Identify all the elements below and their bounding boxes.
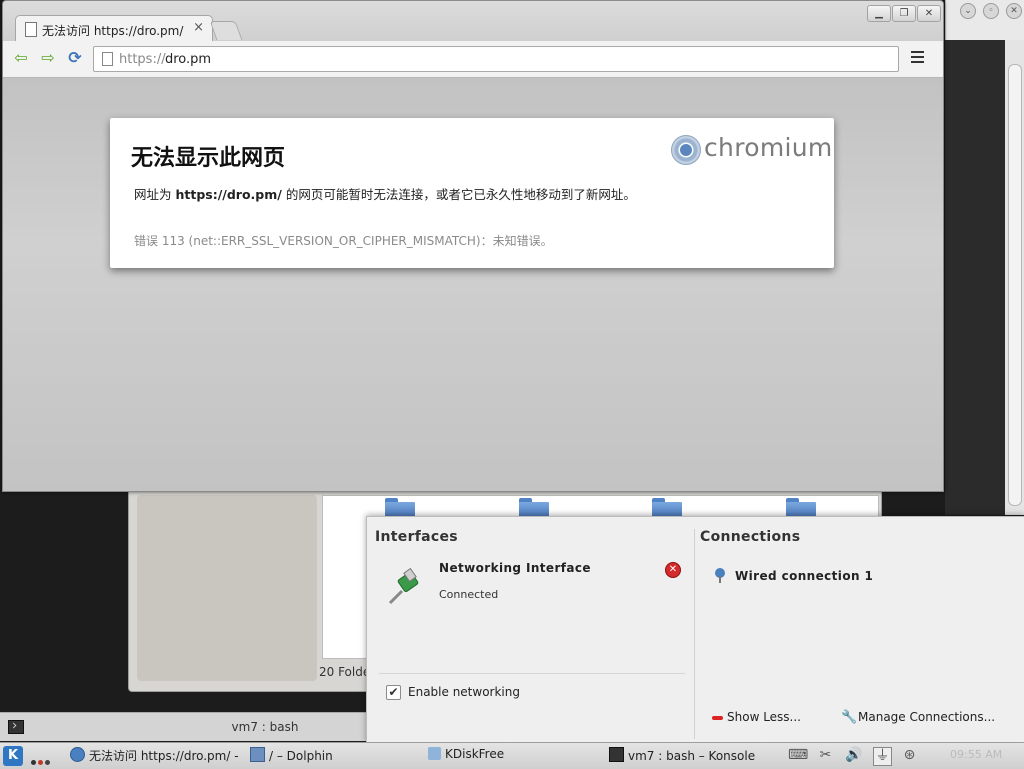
background-window-titlebar: ⌄ ◦ ✕ xyxy=(945,0,1024,40)
forward-arrow-icon[interactable]: ⇨ xyxy=(38,48,58,68)
show-less-button[interactable]: Show Less... xyxy=(727,710,801,724)
error-description: 网址为 https://dro.pm/ 的网页可能暂时无法连接，或者它已永久性地… xyxy=(134,184,636,203)
clock[interactable]: 09:55 AM xyxy=(950,748,1002,761)
network-interface-icon xyxy=(388,567,419,605)
task-label: / – Dolphin xyxy=(269,749,333,763)
task-label: KDiskFree xyxy=(445,747,505,761)
tab-title: 无法访问 https://dro.pm/ xyxy=(42,24,184,38)
minimize-button[interactable]: ▁ xyxy=(867,5,891,22)
collapse-icon[interactable] xyxy=(712,716,723,720)
dolphin-icon xyxy=(250,747,265,762)
address-bar[interactable]: https:// dro.pm xyxy=(93,46,899,72)
enable-networking-label[interactable]: Enable networking xyxy=(408,685,520,699)
browser-content: 无法显示此网页 chromium 网址为 https://dro.pm/ 的网页… xyxy=(3,78,943,491)
dolphin-places-panel xyxy=(137,495,317,681)
konsole-icon xyxy=(609,747,624,762)
taskbar-task-dolphin[interactable]: / – Dolphin xyxy=(250,747,333,765)
error-desc-prefix: 网址为 xyxy=(134,187,176,202)
taskbar: K 无法访问 https://dro.pm/ - / – Dolphin KDi… xyxy=(0,742,1024,769)
wired-connection-label[interactable]: Wired connection 1 xyxy=(735,569,873,583)
klipper-icon[interactable]: ✂ xyxy=(817,747,834,764)
tab-close-icon[interactable]: × xyxy=(193,20,204,35)
background-window-content xyxy=(945,40,1005,515)
browser-window: 无法访问 https://dro.pm/ × ▁ ❐ ✕ ⇦ ⇨ ⟳ https… xyxy=(2,0,944,492)
manage-connections-button[interactable]: Manage Connections... xyxy=(858,710,995,724)
desktop-pager[interactable] xyxy=(31,754,52,768)
keyboard-icon[interactable]: ⌨ xyxy=(788,747,808,764)
separator xyxy=(379,673,685,674)
back-arrow-icon[interactable]: ⇦ xyxy=(11,48,31,68)
browser-toolbar: ⇦ ⇨ ⟳ https:// dro.pm xyxy=(3,41,943,78)
minimize-icon[interactable]: ⌄ xyxy=(960,3,976,19)
page-icon xyxy=(102,52,113,66)
browser-titlebar[interactable]: 无法访问 https://dro.pm/ × ▁ ❐ ✕ xyxy=(3,1,943,42)
interface-name[interactable]: Networking Interface xyxy=(439,561,591,575)
error-desc-url: https://dro.pm/ xyxy=(175,187,282,202)
wrench-icon[interactable]: 🔧 xyxy=(841,710,857,725)
divider xyxy=(694,529,695,739)
error-card: 无法显示此网页 chromium 网址为 https://dro.pm/ 的网页… xyxy=(110,118,834,268)
application-launcher-icon[interactable]: K xyxy=(3,746,23,766)
taskbar-task-konsole[interactable]: vm7 : bash – Konsole xyxy=(609,747,755,765)
task-label: vm7 : bash – Konsole xyxy=(628,749,756,763)
error-desc-suffix: 的网页可能暂时无法连接，或者它已永久性地移动到了新网址。 xyxy=(281,187,636,202)
error-code: 错误 113 (net::ERR_SSL_VERSION_OR_CIPHER_M… xyxy=(134,234,553,248)
taskbar-task-chromium[interactable]: 无法访问 https://dro.pm/ - xyxy=(70,747,239,765)
folder-icon[interactable] xyxy=(786,498,816,518)
volume-icon[interactable]: 🔊 xyxy=(845,747,862,764)
interface-status: Connected xyxy=(439,588,499,601)
error-title: 无法显示此网页 xyxy=(131,146,286,171)
menu-icon[interactable] xyxy=(911,51,924,65)
chromium-brand: chromium xyxy=(704,133,833,162)
reload-icon[interactable]: ⟳ xyxy=(65,48,85,68)
update-icon[interactable]: ⊛ xyxy=(901,747,918,764)
restore-icon[interactable]: ◦ xyxy=(983,3,999,19)
chromium-logo-icon xyxy=(671,135,701,165)
task-label: 无法访问 https://dro.pm/ - xyxy=(89,749,239,763)
folder-icon[interactable] xyxy=(519,498,549,518)
url-scheme: https:// xyxy=(119,52,166,67)
dolphin-status-text: 20 Folde xyxy=(319,665,371,679)
chromium-icon xyxy=(70,747,85,762)
maximize-button[interactable]: ❐ xyxy=(892,5,916,22)
page-icon xyxy=(25,22,37,37)
close-icon[interactable]: ✕ xyxy=(1006,3,1022,19)
taskbar-task-kdiskfree[interactable]: KDiskFree xyxy=(428,747,504,765)
folder-icon[interactable] xyxy=(652,498,682,518)
interfaces-heading: Interfaces xyxy=(375,529,458,545)
url-host: dro.pm xyxy=(165,52,212,67)
browser-tab[interactable]: 无法访问 https://dro.pm/ × xyxy=(15,15,213,42)
folder-icon[interactable] xyxy=(385,498,415,518)
disconnect-icon[interactable]: ✕ xyxy=(665,562,681,578)
konsole-window-titlebar[interactable]: vm7 : bash xyxy=(0,712,367,741)
background-scrollbar[interactable] xyxy=(1005,40,1024,515)
close-button[interactable]: ✕ xyxy=(917,5,941,22)
enable-networking-checkbox[interactable]: ✔ xyxy=(386,685,401,700)
wired-connection-icon xyxy=(715,568,725,583)
connections-heading: Connections xyxy=(700,529,801,545)
network-icon[interactable]: ⏚ xyxy=(873,747,892,766)
kdiskfree-icon xyxy=(428,747,441,760)
network-popup: Interfaces Connections Networking Interf… xyxy=(366,516,1024,743)
new-tab-button[interactable] xyxy=(209,21,243,40)
scrollbar-thumb[interactable] xyxy=(1008,64,1022,506)
